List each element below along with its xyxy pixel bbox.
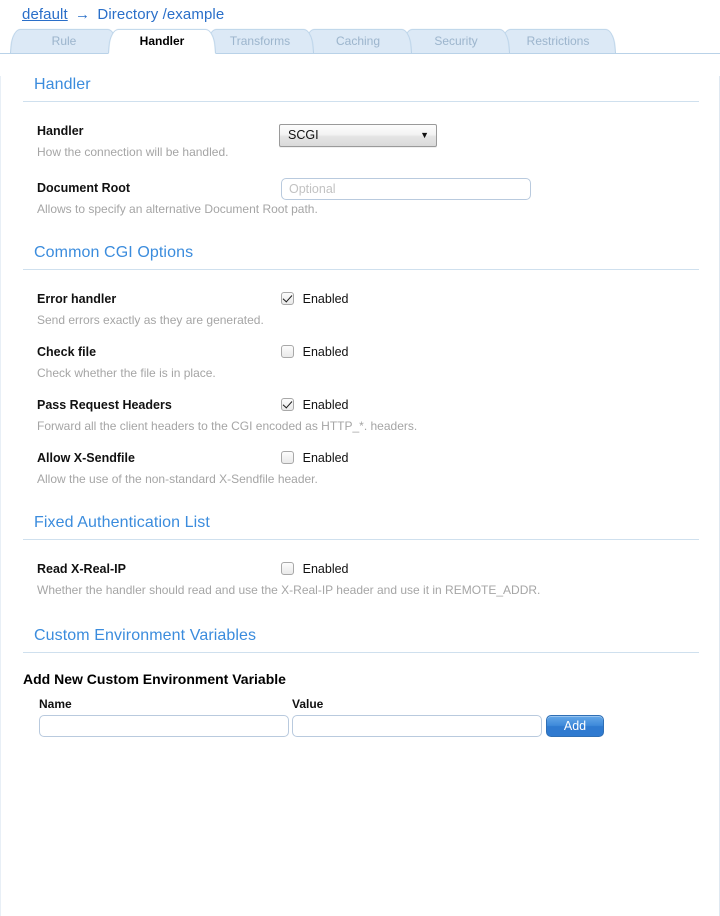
pass-request-headers-checkbox[interactable] [281,398,294,411]
pass-request-headers-checkbox-wrapper: Enabled [281,397,349,413]
field-document-root: Document Root Allows to specify an alter… [23,159,701,216]
field-document-root-label: Document Root [37,181,130,195]
check-file-checkbox-label: Enabled [303,345,349,359]
allow-x-sendfile-checkbox-label: Enabled [303,451,349,465]
section-custom-env: Custom Environment Variables Add New Cus… [23,627,701,737]
tab-transforms[interactable]: Transforms [206,29,314,53]
field-check-file-label: Check file [37,345,96,359]
document-root-input-wrapper [281,178,531,200]
field-pass-request-headers-help: Forward all the client headers to the CG… [37,419,701,433]
env-name-input[interactable] [39,715,289,737]
document-root-input[interactable] [281,178,531,200]
read-x-real-ip-checkbox-wrapper: Enabled [281,561,349,577]
breadcrumb: default → Directory /example [0,0,720,28]
field-check-file-help: Check whether the file is in place. [37,366,701,380]
allow-x-sendfile-checkbox-wrapper: Enabled [281,450,349,466]
field-handler-label: Handler [37,124,84,138]
tab-rule[interactable]: Rule [10,29,118,53]
pass-request-headers-checkbox-label: Enabled [303,398,349,412]
tab-handler-label: Handler [109,29,215,54]
field-read-x-real-ip: Read X-Real-IP Enabled Whether the handl… [23,540,701,597]
error-handler-checkbox-wrapper: Enabled [281,291,349,307]
tab-handler[interactable]: Handler [108,29,216,54]
error-handler-checkbox-label: Enabled [303,292,349,306]
field-allow-x-sendfile: Allow X-Sendfile Enabled Allow the use o… [23,433,701,486]
field-check-file: Check file Enabled Check whether the fil… [23,327,701,380]
tab-restrictions-label: Restrictions [501,29,615,54]
section-fixed-auth-title: Fixed Authentication List [34,514,701,532]
field-allow-x-sendfile-label: Allow X-Sendfile [37,451,135,465]
section-divider [23,652,699,653]
field-read-x-real-ip-label: Read X-Real-IP [37,562,126,576]
handler-select-value: SCGI [288,125,319,146]
add-new-env-var-block: Add New Custom Environment Variable Name… [23,671,701,737]
handler-select-wrapper: SCGI ▼ [279,124,437,150]
add-env-var-button[interactable]: Add [546,715,604,737]
handler-select[interactable]: SCGI ▼ [279,124,437,147]
tab-security-label: Security [403,29,509,54]
chevron-down-icon: ▼ [420,125,429,146]
field-document-root-help: Allows to specify an alternative Documen… [37,202,701,216]
section-custom-env-title: Custom Environment Variables [34,627,701,645]
field-error-handler-help: Send errors exactly as they are generate… [37,313,701,327]
tab-strip: Rule Handler Transforms Caching Security… [0,28,720,54]
field-error-handler: Error handler Enabled Send errors exactl… [23,270,701,327]
tab-caching[interactable]: Caching [304,29,412,53]
section-handler: Handler Handler SCGI ▼ How the connectio… [23,76,701,216]
env-value-input[interactable] [292,715,542,737]
section-handler-title: Handler [34,76,701,94]
section-common-cgi-title: Common CGI Options [34,244,701,262]
field-handler: Handler SCGI ▼ How the connection will b… [23,102,701,159]
section-common-cgi: Common CGI Options Error handler Enabled… [23,244,701,486]
error-handler-checkbox[interactable] [281,292,294,305]
field-read-x-real-ip-help: Whether the handler should read and use … [37,583,701,597]
breadcrumb-current: Directory /example [97,6,224,23]
allow-x-sendfile-checkbox[interactable] [281,451,294,464]
field-error-handler-label: Error handler [37,292,116,306]
read-x-real-ip-checkbox-label: Enabled [303,562,349,576]
tab-security[interactable]: Security [402,29,510,53]
breadcrumb-link-default[interactable]: default [22,6,68,23]
read-x-real-ip-checkbox[interactable] [281,562,294,575]
tab-restrictions[interactable]: Restrictions [500,29,616,53]
field-pass-request-headers: Pass Request Headers Enabled Forward all… [23,380,701,433]
check-file-checkbox[interactable] [281,345,294,358]
tab-rule-label: Rule [11,29,117,54]
env-name-column-header: Name [39,697,289,711]
settings-page: Handler Handler SCGI ▼ How the connectio… [0,76,720,916]
check-file-checkbox-wrapper: Enabled [281,344,349,360]
tab-caching-label: Caching [305,29,411,54]
field-allow-x-sendfile-help: Allow the use of the non-standard X-Send… [37,472,701,486]
breadcrumb-arrow-icon: → [72,6,93,23]
add-new-env-var-title: Add New Custom Environment Variable [23,671,701,687]
field-pass-request-headers-label: Pass Request Headers [37,398,172,412]
section-fixed-auth: Fixed Authentication List Read X-Real-IP… [23,514,701,597]
tab-transforms-label: Transforms [207,29,313,54]
env-value-column-header: Value [292,697,542,711]
